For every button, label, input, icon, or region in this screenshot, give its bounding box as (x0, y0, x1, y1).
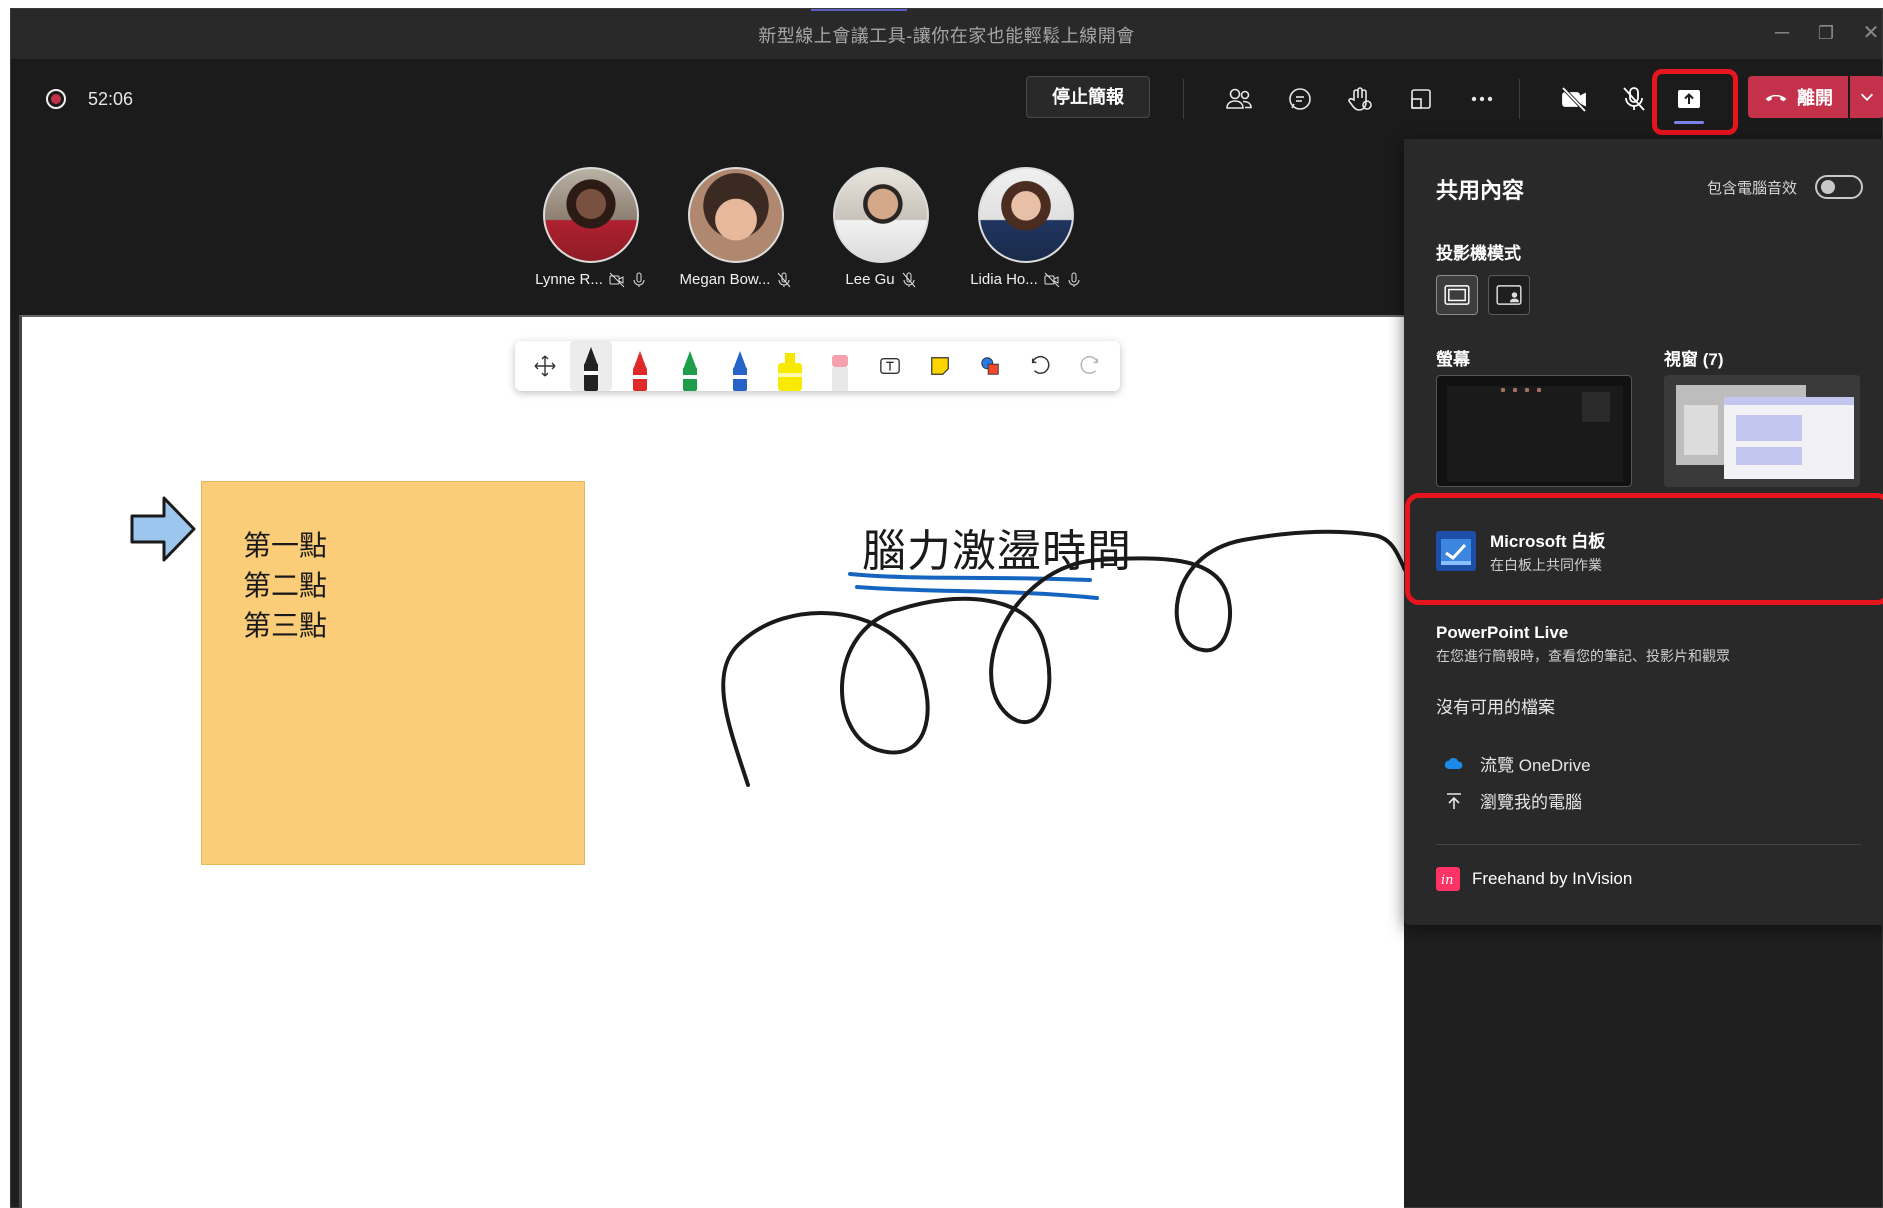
window-thumbnail[interactable] (1664, 375, 1860, 487)
avatar (978, 167, 1074, 263)
mic-icon (1068, 272, 1080, 287)
restore-button[interactable]: ❐ (1806, 17, 1846, 49)
screenshot-stage: 新型線上會議工具-讓你在家也能輕鬆上線開會 ─ ❐ ✕ 52:06 停止簡報 離… (0, 0, 1883, 1208)
browse-computer-link[interactable]: 瀏覽我的電腦 (1444, 788, 1582, 813)
screen-thumbnail[interactable] (1436, 375, 1632, 487)
participant-name: Lee Gu (845, 271, 895, 288)
recording-icon (46, 89, 66, 109)
participant-tile[interactable]: Lee Gu (806, 167, 956, 288)
leave-button[interactable]: 離開 (1748, 76, 1848, 118)
share-panel-divider (1436, 844, 1861, 845)
room-icon[interactable] (1403, 81, 1439, 117)
presenter-mode-label: 投影機模式 (1436, 244, 1521, 263)
title-bar: 新型線上會議工具-讓你在家也能輕鬆上線開會 ─ ❐ ✕ (11, 9, 1882, 59)
chat-icon[interactable] (1282, 81, 1318, 117)
invision-icon: in (1436, 867, 1460, 891)
participant-name: Lidia Ho... (970, 271, 1038, 288)
toolbar-divider (1519, 79, 1520, 119)
share-panel-title: 共用內容 (1436, 178, 1525, 203)
camera-off-icon (609, 272, 625, 287)
freehand-option[interactable]: in Freehand by InVision (1436, 867, 1632, 891)
no-files-label: 沒有可用的檔案 (1436, 698, 1555, 717)
teams-meeting-window: 新型線上會議工具-讓你在家也能輕鬆上線開會 ─ ❐ ✕ 52:06 停止簡報 離… (10, 8, 1883, 1208)
mode-standout-button[interactable] (1488, 275, 1530, 315)
onedrive-icon (1444, 757, 1463, 769)
ink-strokes[interactable] (22, 317, 1407, 1208)
svg-text:in: in (1441, 873, 1454, 888)
window-section-label: 視窗 (7) (1664, 350, 1724, 369)
mic-icon (633, 272, 645, 287)
include-audio-label: 包含電腦音效 (1707, 180, 1798, 197)
hang-up-icon (1765, 94, 1787, 102)
highlight-box-whiteboard (1405, 493, 1883, 605)
powerpoint-live-subtitle: 在您進行簡報時，查看您的筆記、投影片和觀眾 (1436, 648, 1730, 664)
avatar (688, 167, 784, 263)
leave-label: 離開 (1797, 88, 1833, 108)
browse-onedrive-link[interactable]: 流覽 OneDrive (1444, 751, 1591, 776)
camera-off-icon[interactable] (1556, 81, 1592, 117)
avatar (543, 167, 639, 263)
mode-content-only-button[interactable] (1436, 275, 1478, 315)
avatar (833, 167, 929, 263)
chevron-down-icon (1860, 93, 1874, 101)
window-title: 新型線上會議工具-讓你在家也能輕鬆上線開會 (758, 26, 1135, 46)
meeting-timer: 52:06 (88, 89, 134, 109)
participant-name: Lynne R... (535, 271, 603, 288)
meeting-toolbar: 52:06 停止簡報 離開 (11, 59, 1883, 139)
title-accent-bar (811, 9, 907, 11)
underline-stroke (855, 585, 1099, 600)
whiteboard-canvas[interactable]: 第一點 第二點 第三點 腦力激盪時間 (19, 315, 1407, 1208)
include-audio-toggle[interactable] (1815, 175, 1863, 199)
participant-name: Megan Bow... (679, 271, 771, 288)
participant-tile[interactable]: Megan Bow... (661, 167, 811, 288)
people-icon[interactable] (1221, 81, 1257, 117)
minimize-button[interactable]: ─ (1762, 17, 1802, 49)
browse-computer-label: 瀏覽我的電腦 (1480, 793, 1582, 812)
stop-presenting-button[interactable]: 停止簡報 (1026, 76, 1150, 118)
participant-tile[interactable]: Lidia Ho... (951, 167, 1101, 288)
powerpoint-live-option[interactable]: PowerPoint Live 在您進行簡報時，查看您的筆記、投影片和觀眾 (1436, 623, 1730, 666)
screen-section-label: 螢幕 (1436, 350, 1470, 369)
mic-off-icon (902, 272, 915, 287)
mic-off-icon (778, 272, 791, 287)
highlight-box-share (1652, 69, 1738, 135)
browse-onedrive-label: 流覽 OneDrive (1480, 756, 1591, 775)
more-icon[interactable] (1464, 81, 1500, 117)
freehand-label: Freehand by InVision (1472, 869, 1633, 888)
toolbar-divider (1183, 79, 1184, 119)
close-window-button[interactable]: ✕ (1851, 17, 1883, 49)
leave-options-button[interactable] (1850, 76, 1883, 118)
upload-icon (1447, 792, 1461, 809)
content-only-icon (1444, 285, 1470, 305)
mic-off-icon[interactable] (1616, 81, 1652, 117)
participant-tile[interactable]: Lynne R... (516, 167, 666, 288)
camera-off-icon (1044, 272, 1060, 287)
standout-icon (1496, 285, 1522, 305)
scribble-stroke (721, 529, 1407, 787)
powerpoint-live-title: PowerPoint Live (1436, 623, 1569, 642)
raise-hand-icon[interactable] (1342, 81, 1378, 117)
